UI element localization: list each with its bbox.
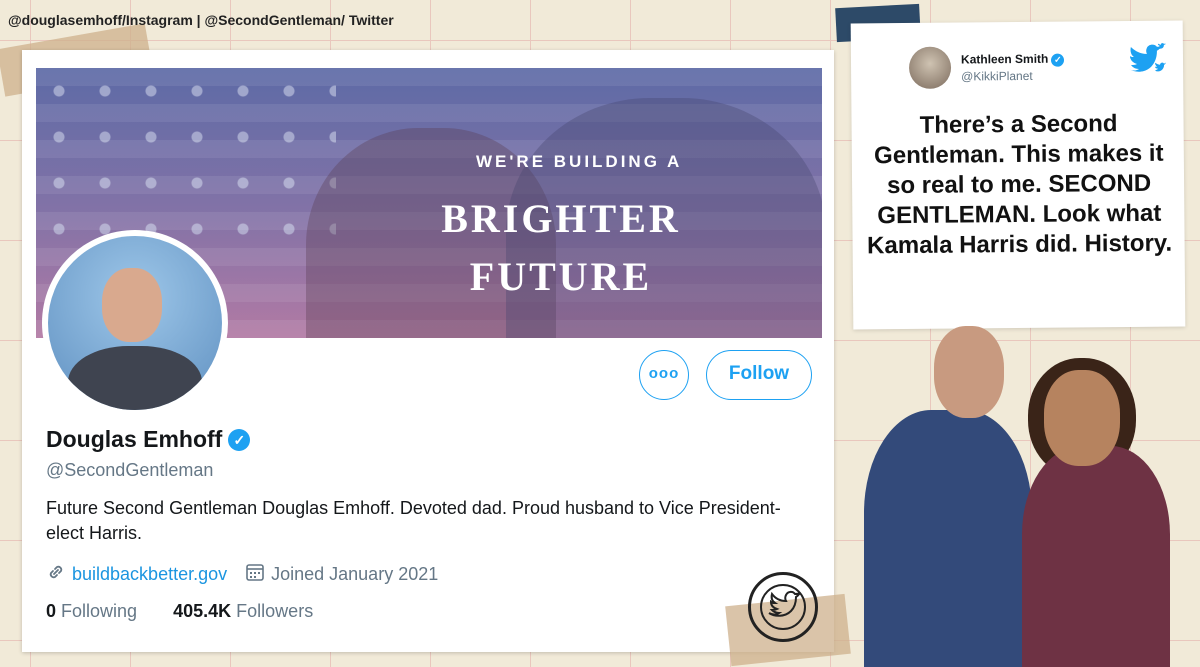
profile-avatar[interactable] [42,230,228,416]
following-count[interactable]: 0 [46,601,56,621]
photo-person-head [934,326,1004,418]
photo-person-body [864,410,1032,667]
avatar-photo [48,236,222,410]
verified-icon: ✓ [1051,53,1065,67]
twitter-logo-icon [748,572,818,642]
tweet-author-name-text: Kathleen Smith [960,51,1049,67]
followers-count[interactable]: 405.4K [173,601,231,621]
verified-icon: ✓ [228,429,251,451]
followers-label[interactable]: Followers [236,601,313,621]
twitter-bird-icon [1125,43,1169,83]
tweet-author-name: Kathleen Smith ✓ [960,51,1065,68]
website-link[interactable]: buildbackbetter.gov [72,564,227,585]
more-options-button[interactable]: ooo [639,350,689,400]
more-icon: ooo [648,365,680,382]
following-label[interactable]: Following [61,601,137,621]
profile-name-text: Douglas Emhoff [46,426,223,452]
profile-meta: buildbackbetter.gov Joined January 2021 [46,562,438,587]
photo-person-body [1022,446,1170,667]
link-icon [46,562,66,587]
photo-person-head [1044,370,1120,466]
joined-date: Joined January 2021 [271,564,439,584]
follow-stats: 0 Following 405.4K Followers [46,601,313,622]
banner-tagline: WE'RE BUILDING A [476,152,683,171]
tweet-card: Kathleen Smith ✓ @KikkiPlanet There’s a S… [850,20,1186,330]
profile-name: Douglas Emhoff ✓ [46,426,251,453]
calendar-icon [245,562,265,587]
avatar-body [68,346,202,410]
tweet-text: There’s a Second Gentleman. This makes i… [866,110,1173,260]
avatar-head [102,268,162,342]
banner-headline-line: BRIGHTER [441,196,681,241]
image-credit: @douglasemhoff/Instagram | @SecondGentle… [8,12,394,28]
twitter-profile-card: WE'RE BUILDING A BRIGHTER FUTURE ooo Fol… [22,50,834,652]
tweet-author-avatar [908,46,952,89]
profile-handle: @SecondGentleman [46,460,214,480]
couple-photo [862,318,1182,667]
profile-bio: Future Second Gentleman Douglas Emhoff. … [46,498,781,543]
tweet-author-handle: @KikkiPlanet [961,68,1033,84]
follow-button[interactable]: Follow [706,350,812,400]
banner-headline-line: FUTURE [469,254,653,299]
banner-headline: BRIGHTER FUTURE [406,190,716,306]
